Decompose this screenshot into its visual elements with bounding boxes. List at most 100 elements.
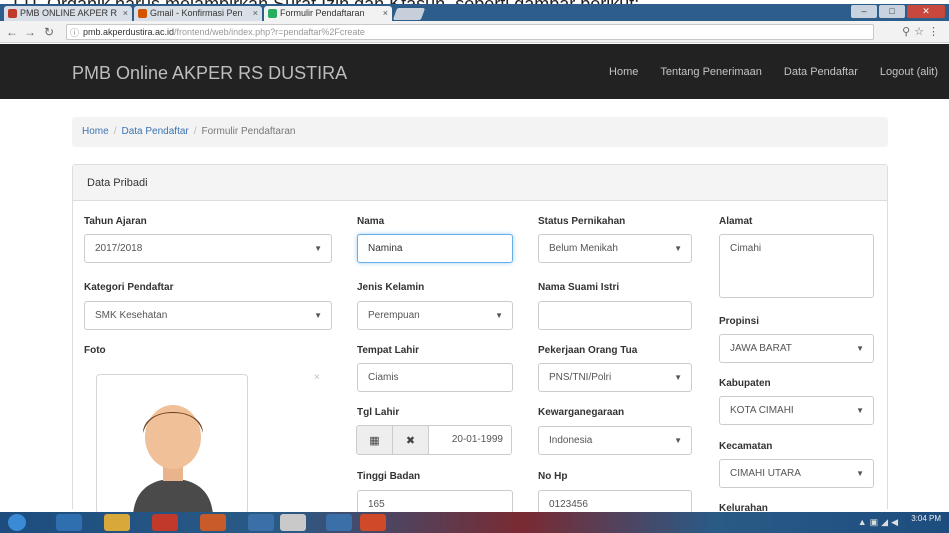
chrome-icon[interactable] xyxy=(280,514,306,531)
browser-tab-gmail[interactable]: Gmail - Konfirmasi Pen × xyxy=(134,6,262,21)
extension-icons[interactable]: ⚲☆⋮ xyxy=(902,25,943,38)
remove-icon[interactable]: ✖ xyxy=(393,426,429,454)
pekerjaan-orang-tua-select[interactable]: PNS/TNI/Polri ▼ xyxy=(538,363,692,392)
maximize-button[interactable]: □ xyxy=(879,5,905,18)
window-controls: – □ ✕ xyxy=(851,5,945,18)
status-pernikahan-value: Belum Menikah xyxy=(549,243,618,254)
url-path: /frontend/web/index.php?r=pendaftar%2Fcr… xyxy=(174,27,365,37)
site-brand[interactable]: PMB Online AKPER RS DUSTIRA xyxy=(72,63,347,84)
close-tab-icon[interactable]: × xyxy=(383,8,388,18)
propinsi-value: JAWA BARAT xyxy=(730,343,792,354)
tahun-ajaran-value: 2017/2018 xyxy=(95,243,143,254)
new-tab-button[interactable] xyxy=(392,8,426,20)
kategori-pendaftar-select[interactable]: SMK Kesehatan ▼ xyxy=(84,301,332,330)
foto-label: Foto xyxy=(84,345,106,356)
browser-tab-formulir[interactable]: Formulir Pendaftaran × xyxy=(264,6,392,21)
nama-suami-istri-label: Nama Suami Istri xyxy=(538,282,620,293)
kecamatan-select[interactable]: CIMAHI UTARA ▼ xyxy=(719,459,874,488)
gmail-favicon-icon xyxy=(138,9,147,18)
kewarganegaraan-select[interactable]: Indonesia ▼ xyxy=(538,426,692,455)
calendar-icon[interactable]: ▦ xyxy=(357,426,393,454)
tgl-lahir-datepicker: ▦ ✖ 20-01-1999 xyxy=(356,425,512,455)
kewarganegaraan-label: Kewarganegaraan xyxy=(538,407,625,418)
nav-home[interactable]: Home xyxy=(598,66,649,78)
close-tab-icon[interactable]: × xyxy=(253,8,258,18)
kabupaten-select[interactable]: KOTA CIMAHI ▼ xyxy=(719,396,874,425)
breadcrumb-data-pendaftar[interactable]: Data Pendaftar xyxy=(121,126,188,137)
breadcrumb-separator: / xyxy=(113,126,117,137)
tab-label: PMB ONLINE AKPER R xyxy=(20,8,118,18)
pekerjaan-orang-tua-label: Pekerjaan Orang Tua xyxy=(538,345,638,356)
caret-down-icon: ▼ xyxy=(495,311,503,320)
tempat-lahir-value: Ciamis xyxy=(368,372,399,383)
caret-down-icon: ▼ xyxy=(856,406,864,415)
site-navbar: PMB Online AKPER RS DUSTIRA Home Tentang… xyxy=(0,44,949,99)
status-pernikahan-label: Status Pernikahan xyxy=(538,216,626,227)
breadcrumb-current: Formulir Pendaftaran xyxy=(201,126,296,137)
reload-icon[interactable]: ↻ xyxy=(44,25,54,39)
nav-tentang-penerimaan[interactable]: Tentang Penerimaan xyxy=(649,66,773,78)
jenis-kelamin-value: Perempuan xyxy=(368,310,420,321)
forward-arrow-icon[interactable]: → xyxy=(24,25,36,39)
page-info-icon[interactable]: ⓘ xyxy=(70,26,79,39)
powerpoint-icon[interactable] xyxy=(200,514,226,531)
nama-value: Namina xyxy=(368,243,403,254)
kabupaten-value: KOTA CIMAHI xyxy=(730,405,794,416)
ie-icon[interactable] xyxy=(56,514,82,531)
propinsi-select[interactable]: JAWA BARAT ▼ xyxy=(719,334,874,363)
powerpoint-app-icon[interactable] xyxy=(360,514,386,531)
address-bar-row: ← → ↻ ⓘ pmb.akperdustira.ac.id/frontend/… xyxy=(0,21,949,43)
jenis-kelamin-label: Jenis Kelamin xyxy=(357,282,425,293)
nav-data-pendaftar[interactable]: Data Pendaftar xyxy=(773,66,869,78)
caret-down-icon: ▼ xyxy=(856,344,864,353)
tinggi-badan-value: 165 xyxy=(368,499,385,510)
browser-tab-pmb[interactable]: PMB ONLINE AKPER R × xyxy=(4,6,132,21)
minimize-button[interactable]: – xyxy=(851,5,877,18)
alamat-textarea[interactable]: Cimahi xyxy=(719,234,874,298)
tempat-lahir-label: Tempat Lahir xyxy=(357,345,420,356)
media-icon[interactable] xyxy=(152,514,178,531)
taskbar-clock[interactable]: 3:04 PM xyxy=(911,515,941,523)
breadcrumb: Home / Data Pendaftar / Formulir Pendaftaran xyxy=(72,117,888,147)
nav-logout[interactable]: Logout (alit) xyxy=(869,66,949,78)
nama-label: Nama xyxy=(357,216,385,227)
tgl-lahir-input[interactable]: 20-01-1999 xyxy=(429,426,511,454)
close-tab-icon[interactable]: × xyxy=(123,8,128,18)
app-icon[interactable] xyxy=(248,514,274,531)
kecamatan-value: CIMAHI UTARA xyxy=(730,468,801,479)
system-tray-icons[interactable]: ▲▣◢◀ xyxy=(858,517,901,528)
tab-label: Formulir Pendaftaran xyxy=(280,8,365,18)
photo-preview[interactable] xyxy=(96,374,248,514)
url-input[interactable]: ⓘ pmb.akperdustira.ac.id/frontend/web/in… xyxy=(66,24,874,40)
panel-heading: Data Pribadi xyxy=(73,165,887,201)
browser-tabbar: PMB ONLINE AKPER R × Gmail - Konfirmasi … xyxy=(0,4,949,21)
status-pernikahan-select[interactable]: Belum Menikah ▼ xyxy=(538,234,692,263)
word-icon[interactable] xyxy=(326,514,352,531)
tinggi-badan-label: Tinggi Badan xyxy=(357,471,421,482)
caret-down-icon: ▼ xyxy=(674,244,682,253)
tempat-lahir-input[interactable]: Ciamis xyxy=(357,363,513,392)
caret-down-icon: ▼ xyxy=(674,436,682,445)
back-arrow-icon[interactable]: ← xyxy=(6,25,18,39)
site-favicon-icon xyxy=(268,9,277,18)
jenis-kelamin-select[interactable]: Perempuan ▼ xyxy=(357,301,513,330)
kategori-pendaftar-label: Kategori Pendaftar xyxy=(84,282,174,293)
close-window-button[interactable]: ✕ xyxy=(907,5,945,18)
kategori-pendaftar-value: SMK Kesehatan xyxy=(95,310,168,321)
remove-photo-icon[interactable]: × xyxy=(314,372,320,383)
nama-input[interactable]: Namina xyxy=(357,234,513,263)
explorer-icon[interactable] xyxy=(104,514,130,531)
start-button-icon[interactable] xyxy=(8,514,26,531)
avatar-placeholder-icon xyxy=(133,405,213,513)
caret-down-icon: ▼ xyxy=(314,244,322,253)
caret-down-icon: ▼ xyxy=(314,311,322,320)
windows-taskbar: ▲▣◢◀ 3:04 PM xyxy=(0,512,949,533)
breadcrumb-home[interactable]: Home xyxy=(82,126,109,137)
nama-suami-istri-input[interactable] xyxy=(538,301,692,330)
tahun-ajaran-select[interactable]: 2017/2018 ▼ xyxy=(84,234,332,263)
no-hp-label: No Hp xyxy=(538,471,568,482)
kecamatan-label: Kecamatan xyxy=(719,441,773,452)
nav-links: Home Tentang Penerimaan Data Pendaftar L… xyxy=(598,66,949,78)
pekerjaan-orang-tua-value: PNS/TNI/Polri xyxy=(549,372,612,383)
caret-down-icon: ▼ xyxy=(856,469,864,478)
